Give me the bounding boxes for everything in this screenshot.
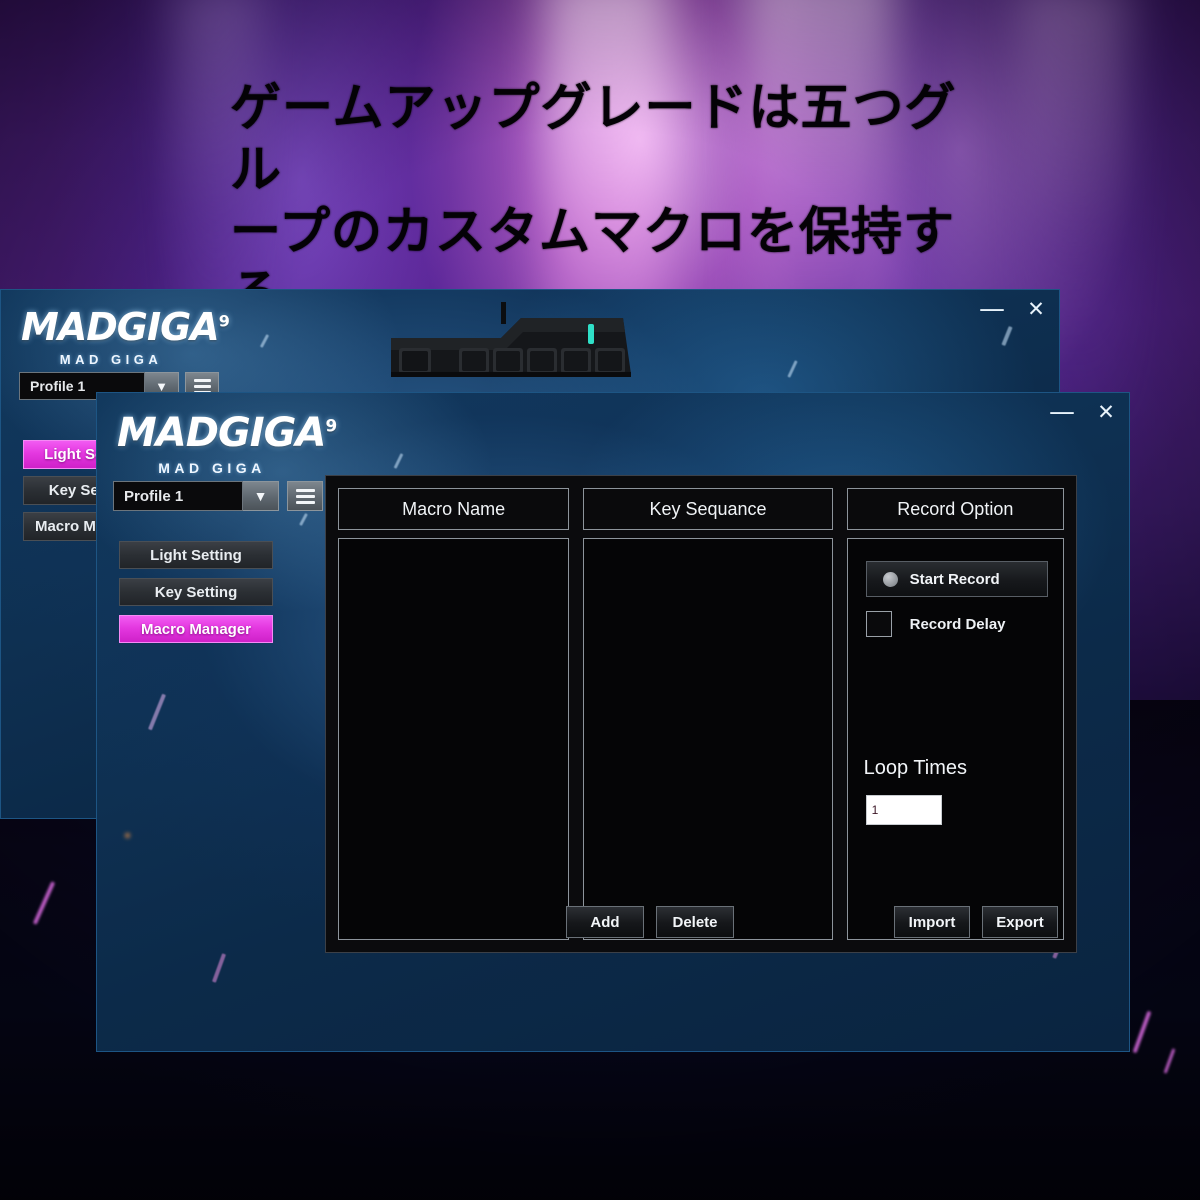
- macro-name-list[interactable]: [338, 538, 570, 940]
- close-icon[interactable]: ✕: [1095, 401, 1117, 423]
- macro-list-actions: Add Delete: [566, 906, 734, 938]
- macro-manager-panel: Macro Name Key Sequance Record Option St…: [325, 475, 1077, 953]
- brand-logo-mark: MADGIGA9: [117, 413, 337, 453]
- add-button[interactable]: Add: [566, 906, 644, 938]
- close-icon[interactable]: ✕: [1025, 298, 1047, 320]
- sidebar-item-label: Light Setting: [150, 546, 242, 564]
- loop-times-input[interactable]: 1: [865, 795, 942, 825]
- front-window-profile-row: Profile 1 ▼: [113, 481, 323, 511]
- macro-panel-inner: Macro Name Key Sequance Record Option St…: [338, 488, 1064, 940]
- front-window-nav: Light Setting Key Setting Macro Manager: [119, 541, 273, 643]
- macro-name-column: Macro Name: [338, 488, 570, 940]
- window-spark: [1001, 325, 1013, 347]
- minimize-icon[interactable]: —: [1049, 399, 1075, 425]
- window-spark: [125, 833, 130, 838]
- sidebar-item-label: Key Setting: [154, 583, 238, 601]
- chevron-down-icon[interactable]: ▼: [243, 481, 279, 511]
- start-record-label: Start Record: [909, 570, 1000, 588]
- import-button[interactable]: Import: [894, 906, 970, 938]
- window-spark: [148, 693, 166, 731]
- brand-logo-subtitle: MAD GIGA: [158, 460, 266, 476]
- brand-logo-superscript: 9: [325, 415, 338, 436]
- front-window[interactable]: — ✕ MADGIGA9 MAD GIGA Profile 1 ▼ Light …: [96, 392, 1130, 1052]
- loop-times-label: Loop Times: [863, 757, 968, 779]
- macro-name-header: Macro Name: [338, 488, 570, 530]
- record-option-column: Record Option Start Record Record Delay …: [846, 488, 1064, 940]
- export-button[interactable]: Export: [982, 906, 1058, 938]
- record-dot-icon: [882, 571, 898, 587]
- window-spark: [259, 334, 270, 348]
- sidebar-item-light-setting[interactable]: Light Setting: [119, 541, 273, 569]
- macro-io-actions: Import Export: [894, 906, 1058, 938]
- front-window-controls: — ✕: [1049, 399, 1117, 425]
- hamburger-menu-icon[interactable]: [287, 481, 323, 511]
- brand-logo-text: MADGIGA: [21, 305, 220, 349]
- window-spark: [787, 360, 798, 378]
- sidebar-item-label: Macro Manager: [140, 620, 252, 638]
- key-sequence-column: Key Sequance: [583, 488, 833, 940]
- record-delay-row: Record Delay: [865, 611, 1006, 637]
- keypad-device-image: [373, 302, 651, 394]
- window-spark: [299, 513, 308, 526]
- key-sequence-header: Key Sequance: [583, 488, 833, 530]
- brand-logo-subtitle: MAD GIGA: [59, 352, 163, 367]
- back-window-logo: MADGIGA9 MAD GIGA: [21, 308, 230, 367]
- keypad-device-svg: [391, 302, 631, 377]
- record-delay-checkbox[interactable]: [865, 611, 892, 637]
- brand-logo-superscript: 9: [218, 311, 230, 331]
- brand-logo-text: MADGIGA: [117, 410, 326, 456]
- delete-button[interactable]: Delete: [656, 906, 734, 938]
- window-spark: [211, 953, 227, 983]
- profile-select[interactable]: Profile 1: [113, 481, 243, 511]
- front-window-logo: MADGIGA9 MAD GIGA: [117, 413, 337, 476]
- back-window-controls: — ✕: [979, 296, 1047, 322]
- record-delay-label: Record Delay: [909, 615, 1006, 633]
- start-record-button[interactable]: Start Record: [865, 561, 1048, 597]
- record-option-body: Start Record Record Delay Loop Times 1: [846, 538, 1064, 940]
- minimize-icon[interactable]: —: [979, 296, 1005, 322]
- brand-logo-mark: MADGIGA9: [21, 308, 230, 346]
- sidebar-item-macro-manager[interactable]: Macro Manager: [119, 615, 273, 643]
- key-sequence-list[interactable]: [583, 538, 833, 940]
- sidebar-item-key-setting[interactable]: Key Setting: [119, 578, 273, 606]
- screenshot-root: ゲームアップグレードは五つグル ープのカスタムマクロを保持する — ✕ MADG…: [0, 0, 1200, 1200]
- window-spark: [393, 453, 404, 469]
- record-option-header: Record Option: [846, 488, 1064, 530]
